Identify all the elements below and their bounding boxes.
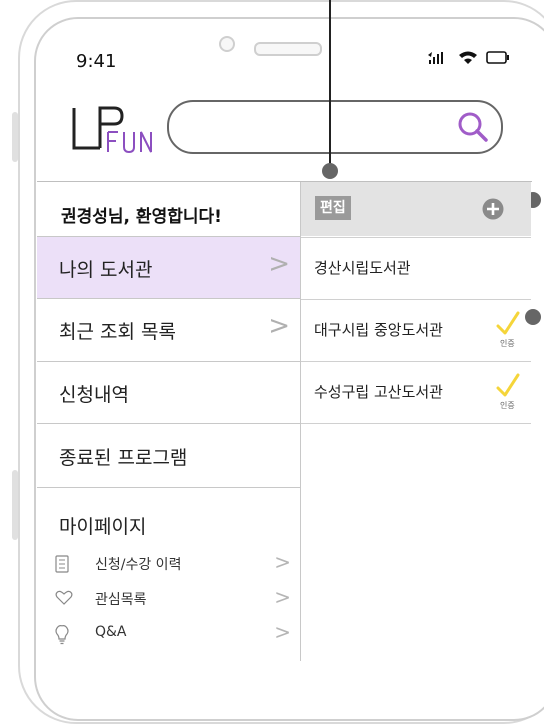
search-input[interactable]	[167, 100, 503, 154]
lpfun-logo	[72, 106, 152, 154]
library-item[interactable]: 수성구립 고산도서관 인증	[301, 361, 531, 424]
certified-badge: 인증	[496, 372, 522, 410]
certified-label: 인증	[500, 401, 515, 410]
library-item[interactable]: 대구시립 중앙도서관 인증	[301, 299, 531, 362]
chevron-right-icon: >	[268, 249, 290, 279]
chevron-right-icon: >	[274, 620, 291, 644]
mypage-item-qna[interactable]: Q&A >	[55, 620, 295, 648]
library-name: 경산시립도서관	[314, 259, 411, 277]
heart-icon	[55, 590, 73, 605]
speaker-grille	[254, 42, 322, 56]
status-icons	[428, 50, 510, 65]
library-list-end	[301, 423, 531, 425]
library-panel: 편집 경산시립도서관 대구시립 중앙도서관 인증 수성구립 고산도서관 인증	[301, 182, 531, 661]
menu-item-label: 최근 조회 목록	[59, 321, 176, 343]
battery-icon	[486, 51, 509, 64]
signal-icon	[428, 51, 443, 64]
mypage-item-favorites[interactable]: 관심목록 >	[55, 585, 295, 613]
library-name: 수성구립 고산도서관	[314, 383, 443, 401]
library-item[interactable]: 경산시립도서관	[301, 237, 531, 300]
certified-label: 인증	[500, 339, 515, 348]
checkmark-icon	[496, 311, 520, 335]
lightbulb-icon	[55, 625, 69, 645]
menu-item-ended-programs[interactable]: 종료된 프로그램	[37, 423, 300, 488]
library-name: 대구시립 중앙도서관	[314, 321, 443, 339]
annotation-pointer	[329, 0, 331, 172]
chevron-right-icon: >	[268, 311, 290, 341]
greeting-text: 권경성님, 환영합니다!	[61, 207, 222, 227]
camera-icon	[219, 36, 235, 52]
menu-item-applications[interactable]: 신청내역	[37, 361, 300, 424]
edit-button[interactable]: 편집	[315, 196, 351, 220]
chevron-right-icon: >	[274, 550, 291, 574]
add-icon[interactable]	[482, 198, 504, 220]
mypage-item-history[interactable]: 신청/수강 이력 >	[55, 550, 295, 578]
status-time: 9:41	[76, 51, 117, 72]
search-icon[interactable]	[455, 109, 491, 145]
menu-item-label: 신청내역	[59, 384, 129, 406]
left-menu-panel: 권경성님, 환영합니다! 나의 도서관 > 최근 조회 목록 > 신청내역 종료…	[37, 182, 300, 661]
mypage-title: 마이페이지	[59, 516, 147, 538]
annotation-dot	[322, 163, 338, 179]
wifi-icon	[459, 51, 477, 64]
edit-bar: 편집	[301, 182, 531, 236]
menu-item-my-library[interactable]: 나의 도서관 >	[37, 236, 300, 299]
certified-badge: 인증	[496, 310, 522, 348]
mypage-item-label: Q&A	[95, 624, 127, 640]
checkmark-icon	[496, 373, 520, 397]
mypage-item-label: 관심목록	[95, 592, 147, 608]
chevron-right-icon: >	[274, 585, 291, 609]
menu-item-recent[interactable]: 최근 조회 목록 >	[37, 298, 300, 362]
mypage-item-label: 신청/수강 이력	[95, 557, 182, 573]
document-list-icon	[55, 555, 69, 573]
menu-item-label: 종료된 프로그램	[59, 447, 188, 469]
menu-item-label: 나의 도서관	[59, 259, 153, 281]
